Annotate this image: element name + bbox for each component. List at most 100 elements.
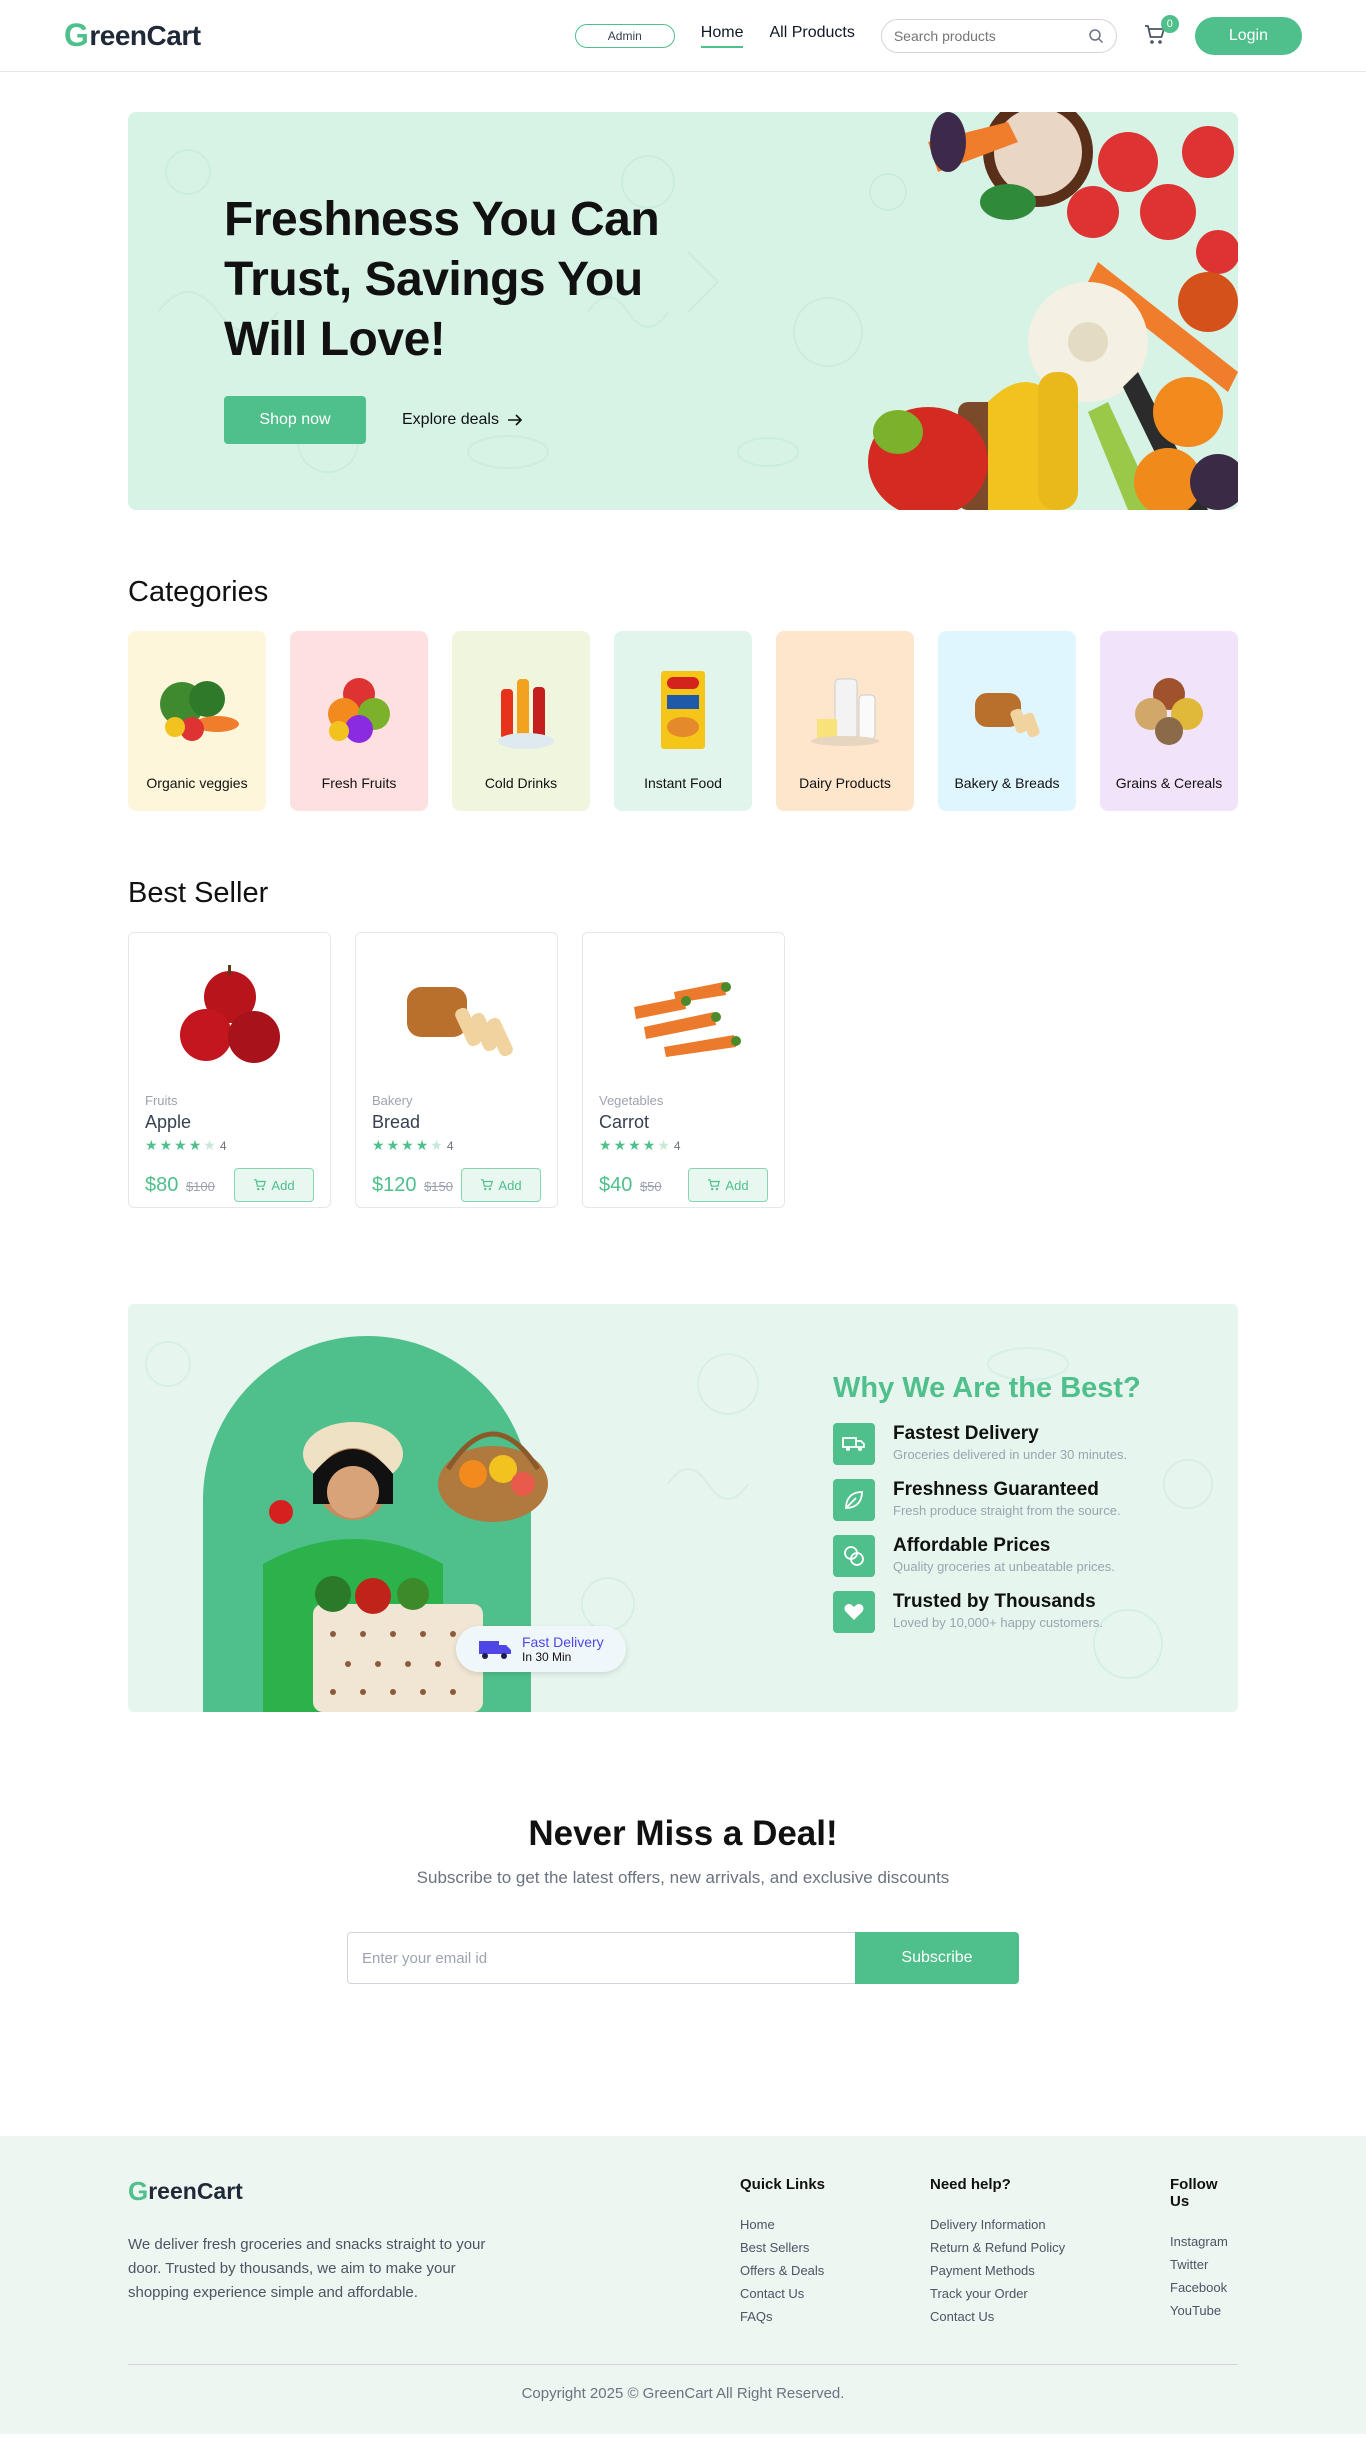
add-label: Add [725,1177,749,1193]
footer-link[interactable]: Twitter [1170,2257,1238,2272]
bread-image [406,987,513,1057]
why-us-banner: Fast Delivery In 30 Min Why We Are the B… [128,1304,1238,1712]
star-empty-icon: ★ [430,1137,443,1153]
footer-link[interactable]: FAQs [740,2309,930,2324]
add-label: Add [271,1177,295,1193]
search-icon[interactable] [1088,28,1104,44]
footer-link[interactable]: Delivery Information [930,2217,1170,2232]
feature-title: Fastest Delivery [893,1423,1039,1444]
nav-link-home[interactable]: Home [700,24,744,48]
explore-deals-link[interactable]: Explore deals [402,411,523,429]
footer-column-quick-links: Quick Links Home Best Sellers Offers & D… [740,2176,930,2332]
why-features: Why We Are the Best? Fastest Delivery Gro… [833,1372,1141,1647]
fast-delivery-badge: Fast Delivery In 30 Min [456,1626,626,1672]
rating-count: 4 [673,1138,681,1153]
price: $80 $100 [145,1174,215,1197]
feature-text: Affordable Prices Quality groceries at un… [893,1535,1115,1577]
login-button[interactable]: Login [1194,16,1302,55]
category-card-instant-food[interactable]: Instant Food [614,631,752,811]
footer-link[interactable]: Return & Refund Policy [930,2240,1170,2255]
heart-icon [833,1591,875,1633]
footer-link[interactable]: Facebook [1170,2280,1238,2295]
card-bottom: $120 $150 Add [372,1168,541,1202]
star-empty-icon: ★ [203,1137,216,1153]
newsletter-title: Never Miss a Deal! [528,1814,838,1853]
star-icon: ★ [642,1137,656,1153]
feature-text: Freshness Guaranteed Fresh produce straig… [893,1479,1121,1521]
product-card[interactable]: Bakery Bread ★ ★ ★ ★ ★ 4 $120 $150 Add [355,932,558,1208]
feature-desc: Quality groceries at unbeatable prices. [893,1559,1115,1574]
dairy-icon [811,678,879,746]
add-to-cart-button[interactable]: Add [688,1168,768,1202]
category-card-dairy-products[interactable]: Dairy Products [776,631,914,811]
logo[interactable]: GreenCart [64,17,201,54]
product-card[interactable]: Fruits Apple ★ ★ ★ ★ ★ 4 $80 $100 Add [128,932,331,1208]
footer-column-title: Follow Us [1170,2176,1218,2210]
product-category: Bakery [372,1093,413,1108]
product-card[interactable]: Vegetables Carrot ★ ★ ★ ★ ★ 4 $40 $50 Add [582,932,785,1208]
price: $120 $150 [372,1174,453,1197]
carrot-image [633,982,741,1057]
category-label: Grains & Cereals [1115,775,1223,791]
feature-title: Freshness Guaranteed [893,1479,1099,1500]
cart-icon [481,1179,494,1191]
cart-button[interactable]: 0 [1143,14,1179,49]
category-label: Organic veggies [146,775,248,791]
footer-link[interactable]: Instagram [1170,2234,1238,2249]
star-icon: ★ [401,1137,414,1153]
category-card-grains-cereals[interactable]: Grains & Cereals [1100,631,1238,811]
subscribe-button[interactable]: Subscribe [855,1932,1019,1984]
hero-banner: Freshness You Can Trust, Savings You Wil… [128,112,1238,510]
categories-title: Categories [128,576,269,608]
add-to-cart-button[interactable]: Add [234,1168,314,1202]
category-card-fresh-fruits[interactable]: Fresh Fruits [290,631,428,811]
footer-link[interactable]: Track your Order [930,2286,1170,2301]
footer-logo[interactable]: GreenCart [128,2176,508,2207]
footer-link[interactable]: Best Sellers [740,2240,930,2255]
category-card-organic-veggies[interactable]: Organic veggies [128,631,266,811]
footer-link[interactable]: Contact Us [740,2286,930,2301]
card-bottom: $40 $50 Add [599,1168,768,1202]
category-card-bakery-breads[interactable]: Bakery & Breads [938,631,1076,811]
admin-button[interactable]: Admin [574,23,675,48]
logo-text: reenCart [89,19,201,51]
card-bottom: $80 $100 Add [145,1168,314,1202]
star-icon: ★ [415,1137,429,1153]
fast-delivery-title: Fast Delivery [522,1634,604,1650]
hero-actions: Shop now Explore deals [224,396,664,444]
footer-link[interactable]: YouTube [1170,2303,1238,2318]
shop-now-button[interactable]: Shop now [224,396,366,444]
product-name: Carrot [599,1112,650,1132]
leaf-icon [833,1479,875,1521]
product-name: Apple [145,1112,192,1132]
footer-brand: GreenCart We deliver fresh groceries and… [128,2176,508,2332]
feature-item: Fastest Delivery Groceries delivered in u… [833,1423,1141,1465]
footer-divider [128,2364,1238,2365]
add-to-cart-button[interactable]: Add [461,1168,541,1202]
feature-item: Trusted by Thousands Loved by 10,000+ hap… [833,1591,1141,1633]
drinks-icon [498,679,554,749]
category-label: Instant Food [644,775,722,791]
footer-link[interactable]: Payment Methods [930,2263,1170,2278]
star-icon: ★ [188,1137,202,1153]
cart-icon [708,1179,721,1191]
rating-stars: ★ ★ ★ ★ ★ 4 [372,1137,541,1154]
price: $40 $50 [599,1174,662,1197]
star-icon: ★ [372,1137,385,1153]
star-empty-icon: ★ [657,1137,670,1153]
category-label: Cold Drinks [484,775,558,791]
fast-delivery-text: Fast Delivery In 30 Min [522,1634,604,1664]
rating-count: 4 [219,1138,227,1153]
footer-link[interactable]: Offers & Deals [740,2263,930,2278]
fast-delivery-sub: In 30 Min [522,1650,572,1664]
email-input[interactable] [347,1932,855,1984]
category-card-cold-drinks[interactable]: Cold Drinks [452,631,590,811]
footer-link[interactable]: Home [740,2217,930,2232]
nav-link-all-products[interactable]: All Products [769,24,854,48]
veggies-icon [160,681,239,741]
feature-text: Fastest Delivery Groceries delivered in u… [893,1423,1127,1465]
search-input[interactable] [893,27,1074,44]
noodles-icon [661,671,705,749]
footer-link[interactable]: Contact Us [930,2309,1170,2324]
logo-g: G [64,17,89,53]
